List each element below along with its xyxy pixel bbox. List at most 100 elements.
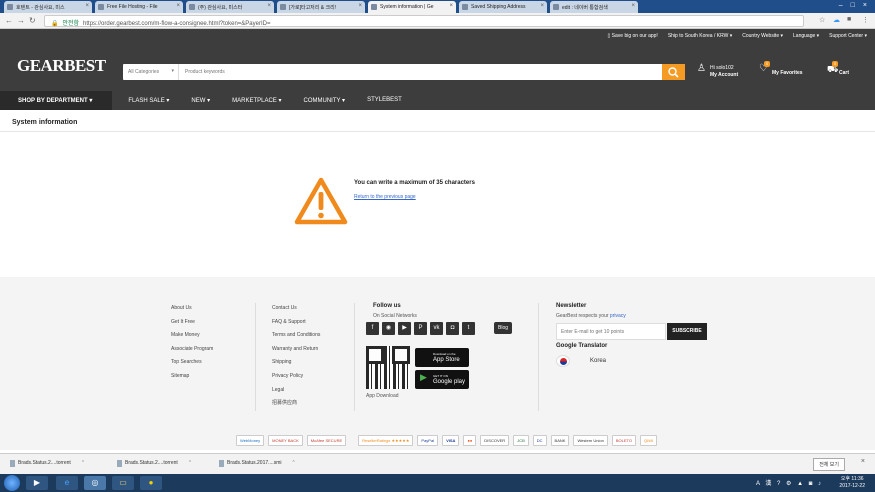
footer-link[interactable]: Top Searches bbox=[171, 356, 213, 370]
close-tab-icon[interactable]: × bbox=[540, 3, 544, 9]
browser-tab[interactable]: Free File Hosting - File × bbox=[95, 1, 183, 13]
browser-tab[interactable]: 호텐트 - 관심사요, 미스 × bbox=[4, 1, 92, 13]
warning-icon bbox=[294, 177, 348, 227]
vk-icon[interactable]: vk bbox=[430, 322, 443, 335]
reload-icon[interactable]: ↻ bbox=[29, 16, 36, 25]
paypal-logo: PayPal bbox=[417, 434, 439, 446]
close-tab-icon[interactable]: × bbox=[267, 3, 271, 9]
footer-link[interactable]: 招募供应商 bbox=[272, 397, 320, 411]
close-window-icon[interactable]: × bbox=[863, 2, 867, 11]
footer-link[interactable]: Get It Free bbox=[171, 316, 213, 330]
forward-icon[interactable]: → bbox=[17, 16, 25, 25]
follow-us-subtitle: On Social Networks bbox=[373, 313, 417, 319]
main-navigation: SHOP BY DEPARTMENT ▾ FLASH SALE ▾ NEW ▾ … bbox=[0, 91, 875, 110]
back-icon[interactable]: ← bbox=[5, 16, 13, 25]
twitter-icon[interactable]: t bbox=[462, 322, 475, 335]
download-item[interactable]: Brads.Status.2....torrent ⌃ bbox=[10, 460, 85, 467]
translator-language[interactable]: Korea bbox=[590, 358, 606, 364]
close-tab-icon[interactable]: × bbox=[176, 3, 180, 9]
gearbest-logo[interactable]: GEARBEST bbox=[17, 56, 106, 76]
country-website-link[interactable]: Country Website ▾ bbox=[742, 33, 783, 39]
lock-icon: 🔒 bbox=[51, 21, 59, 27]
search-button[interactable] bbox=[662, 64, 685, 80]
pinterest-icon[interactable]: P bbox=[414, 322, 427, 335]
minimize-icon[interactable]: – bbox=[839, 2, 843, 11]
app-promo-link[interactable]: ▯ Save big on our app! bbox=[608, 33, 658, 39]
return-link[interactable]: Return to the previous page bbox=[354, 194, 416, 200]
downloads-shelf: Brads.Status.2....torrent ⌃ Brads.Status.… bbox=[0, 453, 875, 474]
messenger-icon[interactable]: ◉ bbox=[382, 322, 395, 335]
follow-us-heading: Follow us bbox=[373, 303, 401, 309]
footer-link[interactable]: Sitemap bbox=[171, 370, 213, 384]
diners-club-logo: DC bbox=[532, 434, 547, 446]
kakaotalk-icon[interactable]: ● bbox=[140, 476, 162, 490]
youtube-icon[interactable]: ▶ bbox=[398, 322, 411, 335]
korea-flag-icon[interactable] bbox=[556, 355, 570, 367]
footer-link[interactable]: Warranty and Return bbox=[272, 343, 320, 357]
google-play-button[interactable]: ▶ GET IT ON Google play bbox=[415, 370, 469, 389]
star-icon[interactable]: ☆ bbox=[819, 16, 825, 24]
language-link[interactable]: Language ▾ bbox=[793, 33, 819, 39]
chrome-icon[interactable]: ◎ bbox=[84, 476, 106, 490]
url-input[interactable]: 🔒 안전함 https://order.gearbest.com/m-flow-a-… bbox=[44, 15, 804, 27]
browser-tab[interactable]: Saved Shipping Address × bbox=[459, 1, 547, 13]
tab-label: edit : 네이버 통합검색 bbox=[562, 5, 608, 11]
download-item[interactable]: Brads.Status.2....torrent ⌃ bbox=[117, 460, 192, 467]
file-explorer-icon[interactable]: ▭ bbox=[112, 476, 134, 490]
browser-tab[interactable]: edit : 네이버 통합검색 × bbox=[550, 1, 638, 13]
menu-icon[interactable]: ⋮ bbox=[862, 16, 869, 24]
app-download-label: App Download bbox=[366, 393, 399, 399]
nav-flash-sale[interactable]: FLASH SALE ▾ bbox=[128, 91, 169, 110]
top-links: ▯ Save big on our app! Ship to South Kor… bbox=[608, 33, 867, 39]
start-button[interactable] bbox=[4, 475, 20, 491]
nav-marketplace[interactable]: MARKETPLACE ▾ bbox=[232, 91, 281, 110]
footer-link[interactable]: Associate Program bbox=[171, 343, 213, 357]
nav-shop-by-department[interactable]: SHOP BY DEPARTMENT ▾ bbox=[0, 91, 113, 110]
footer-link[interactable]: Legal bbox=[272, 384, 320, 398]
system-tray[interactable]: A 漢 ? ⚙ ▲ ◙ ♪ bbox=[756, 478, 823, 487]
privacy-link[interactable]: privacy bbox=[610, 313, 626, 319]
nav-new[interactable]: NEW ▾ bbox=[191, 91, 210, 110]
footer-link[interactable]: Shipping bbox=[272, 356, 320, 370]
search-input[interactable] bbox=[181, 64, 661, 80]
footer-link[interactable]: About Us bbox=[171, 302, 213, 316]
app-store-button[interactable]: Download on the App Store bbox=[415, 348, 469, 367]
extension-icon[interactable]: ■ bbox=[847, 16, 851, 23]
nav-community[interactable]: COMMUNITY ▾ bbox=[303, 91, 345, 110]
support-center-link[interactable]: Support Center ▾ bbox=[829, 33, 867, 39]
blog-link[interactable]: Blog bbox=[494, 322, 513, 334]
close-tab-icon[interactable]: × bbox=[358, 3, 362, 9]
close-icon[interactable]: × bbox=[861, 458, 865, 465]
ship-to-link[interactable]: Ship to South Korea / KRW ▾ bbox=[668, 33, 732, 39]
footer-link[interactable]: Privacy Policy bbox=[272, 370, 320, 384]
favicon-icon bbox=[462, 4, 468, 10]
internet-explorer-icon[interactable]: e bbox=[56, 476, 78, 490]
subscribe-button[interactable]: SUBSCRIBE bbox=[667, 323, 707, 340]
favicon-icon bbox=[98, 4, 104, 10]
browser-tab[interactable]: [가로]타고저리 & 크리! × bbox=[277, 1, 365, 13]
category-select[interactable]: All Categories ▾ bbox=[123, 64, 179, 80]
footer-link[interactable]: Make Money bbox=[171, 329, 213, 343]
media-player-icon[interactable]: ▶ bbox=[26, 476, 48, 490]
facebook-icon[interactable]: f bbox=[366, 322, 379, 335]
maximize-icon[interactable]: □ bbox=[851, 2, 855, 11]
close-tab-icon[interactable]: × bbox=[631, 3, 635, 9]
clock[interactable]: 오후 11:36 2017-12-22 bbox=[839, 476, 865, 490]
instagram-icon[interactable]: ◘ bbox=[446, 322, 459, 335]
footer-link[interactable]: Contact Us bbox=[272, 302, 320, 316]
close-tab-icon[interactable]: × bbox=[85, 3, 89, 9]
download-item[interactable]: Brads.Status.2017....smi ⌃ bbox=[219, 460, 296, 467]
browser-tab-active[interactable]: System information | Ge × bbox=[368, 1, 456, 13]
nav-stylebest[interactable]: STYLEBEST bbox=[367, 91, 402, 110]
extension-icon[interactable]: ☁ bbox=[833, 16, 840, 24]
footer-link[interactable]: Terms and Conditions bbox=[272, 329, 320, 343]
account-greeting: Hi solo102 bbox=[710, 65, 734, 71]
show-all-downloads-button[interactable]: 전체 보기 bbox=[813, 458, 845, 471]
browser-tab[interactable]: (주) 관심사요, 미스터 × bbox=[186, 1, 274, 13]
tab-label: [가로]타고저리 & 크리! bbox=[289, 5, 337, 11]
browser-tab-strip: 호텐트 - 관심사요, 미스 × Free File Hosting - File… bbox=[0, 0, 875, 13]
divider bbox=[354, 303, 355, 411]
footer-link[interactable]: FAQ & Support bbox=[272, 316, 320, 330]
close-tab-icon[interactable]: × bbox=[449, 3, 453, 9]
email-field[interactable] bbox=[556, 323, 666, 340]
